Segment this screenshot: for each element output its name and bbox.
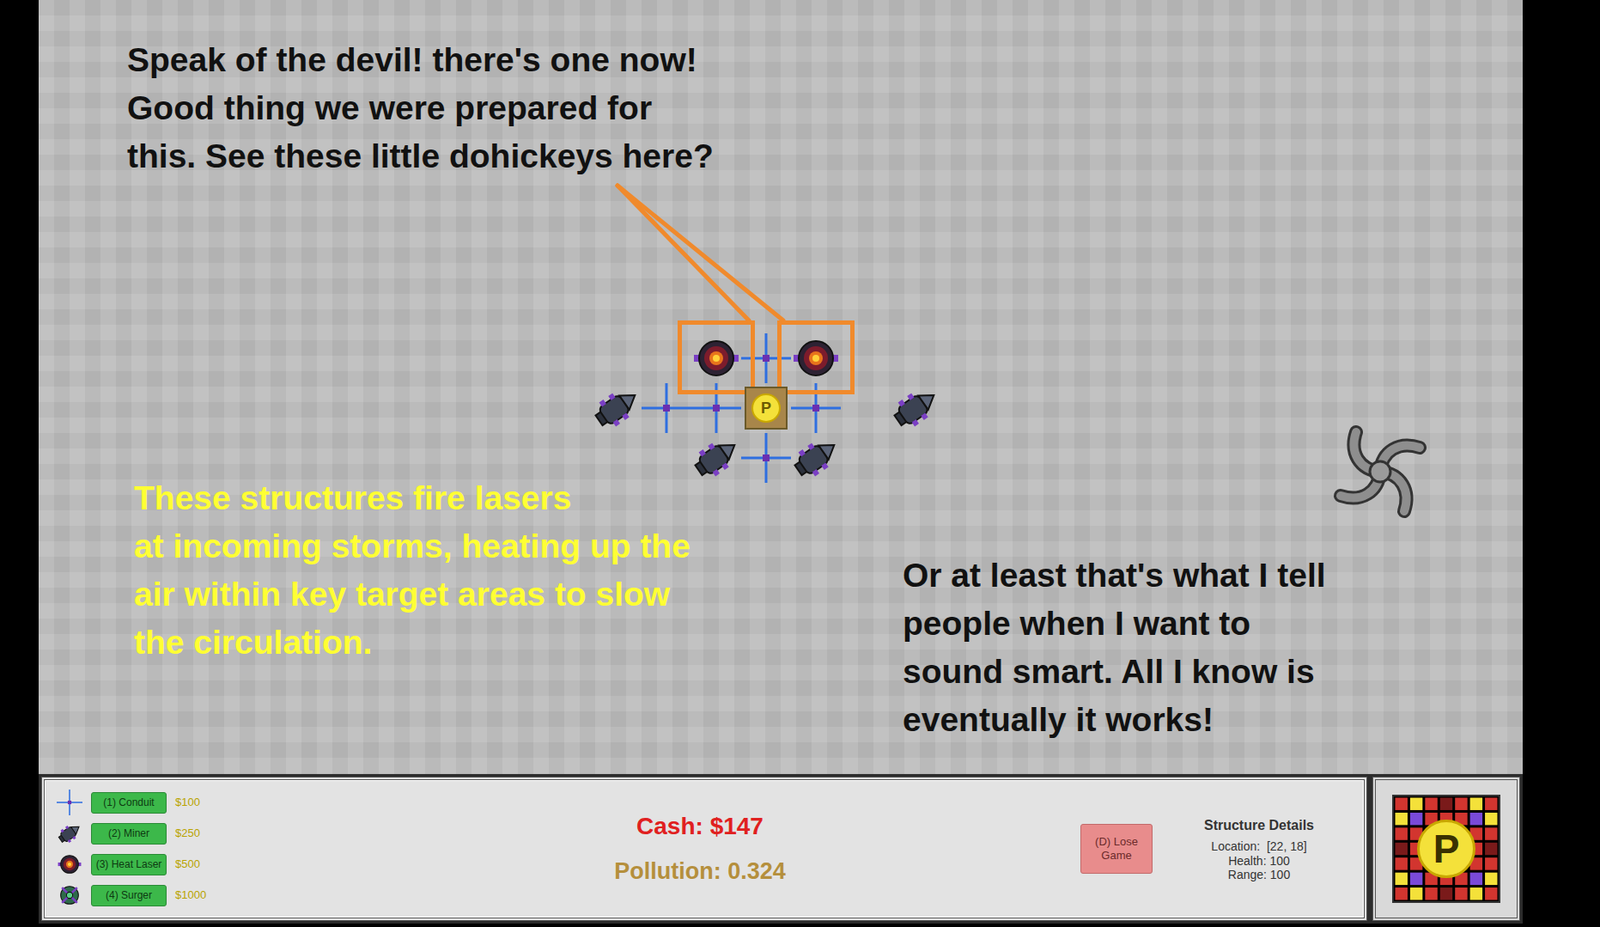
heat-laser-icon[interactable] (790, 333, 841, 384)
details-line: Range: 100 (1164, 867, 1354, 883)
dialog-line: air within key target areas to slow (133, 570, 691, 619)
base-badge: P (751, 393, 781, 423)
game-area: Speak of the devil! there's one now!Good… (38, 0, 1523, 927)
left-border (0, 0, 39, 927)
dialog-line: Or at least that's what I tell (902, 551, 1327, 600)
details-area: (D) Lose Game Structure Details Location: … (1080, 815, 1364, 883)
dialog-line: These structures fire lasers (133, 474, 691, 523)
bottom-panel: (1) Conduit $100 (2) Miner $250 (3) Heat Las… (38, 773, 1523, 924)
dialog-line: Speak of the devil! there's one now! (127, 36, 714, 85)
stats: Cash: $147 Pollution: 0.324 (319, 813, 1081, 884)
base-icon[interactable]: P (744, 386, 788, 430)
dialog-line: the circulation. (133, 618, 691, 667)
details-title: Structure Details (1164, 815, 1354, 836)
dialog-text: These structures fire lasersat incoming … (133, 474, 691, 667)
conduit-icon (56, 789, 83, 816)
build-button[interactable]: (1) Conduit (91, 791, 167, 814)
logo-box: P (1372, 776, 1521, 921)
structure-details: Structure Details Location: [22, 18]Healt… (1164, 815, 1354, 883)
highlight-box (677, 320, 755, 395)
miner-icon[interactable] (790, 432, 841, 483)
highlight-box (777, 320, 855, 395)
details-line: Health: 100 (1164, 853, 1354, 869)
logo-label: P (1433, 828, 1461, 869)
build-option: (3) Heat Laser $500 (56, 852, 320, 877)
right-border (1522, 0, 1600, 927)
lose-game-button[interactable]: (D) Lose Game (1080, 823, 1153, 874)
dialog-line: this. See these little dohickeys here? (127, 132, 714, 181)
dialog-line: Good thing we were prepared for (127, 84, 714, 133)
map-canvas[interactable]: Speak of the devil! there's one now!Good… (38, 0, 1523, 774)
surger-icon (56, 882, 83, 908)
build-option: (2) Miner $250 (56, 821, 320, 846)
base-label: P (760, 400, 772, 416)
logo-badge: P (1417, 819, 1476, 878)
price-label: $500 (175, 855, 213, 873)
dialog-text: Or at least that's what I tellpeople whe… (902, 551, 1327, 744)
dialog-text: Speak of the devil! there's one now!Good… (127, 36, 714, 181)
price-label: $100 (175, 793, 213, 811)
build-option: (1) Conduit $100 (56, 790, 320, 815)
build-button[interactable]: (2) Miner (91, 822, 167, 845)
dialog-line: people when I want to (902, 599, 1327, 648)
conduit-icon[interactable] (741, 432, 791, 483)
build-button[interactable]: (4) Surger (91, 884, 167, 907)
price-label: $250 (175, 824, 213, 842)
miner-icon[interactable] (890, 383, 941, 433)
cash-display: Cash: $147 (636, 813, 764, 840)
pollution-display: Pollution: 0.324 (614, 858, 786, 885)
dialog-line: at incoming storms, heating up the (133, 522, 691, 571)
conduit-icon[interactable] (741, 333, 791, 384)
heat-laser-icon[interactable] (691, 333, 742, 384)
dialog-line: sound smart. All I know is (902, 647, 1327, 696)
details-line: Location: [22, 18] (1164, 839, 1354, 854)
storm-icon (1330, 421, 1430, 522)
dialog-line: eventually it works! (902, 695, 1327, 744)
base-logo: P (1392, 794, 1501, 903)
build-menu: (1) Conduit $100 (2) Miner $250 (3) Heat Las… (44, 790, 320, 907)
price-label: $1000 (175, 886, 213, 904)
build-option: (4) Surger $1000 (56, 883, 320, 907)
miner-icon[interactable] (691, 432, 742, 483)
miner-icon[interactable] (591, 383, 642, 433)
toolbox: (1) Conduit $100 (2) Miner $250 (3) Heat Las… (41, 776, 1368, 921)
heat-laser-icon (56, 851, 83, 877)
game-window: Speak of the devil! there's one now!Good… (0, 0, 1600, 927)
miner-icon (56, 820, 83, 846)
build-button[interactable]: (3) Heat Laser (91, 853, 167, 876)
callout-pointer (38, 0, 1523, 774)
